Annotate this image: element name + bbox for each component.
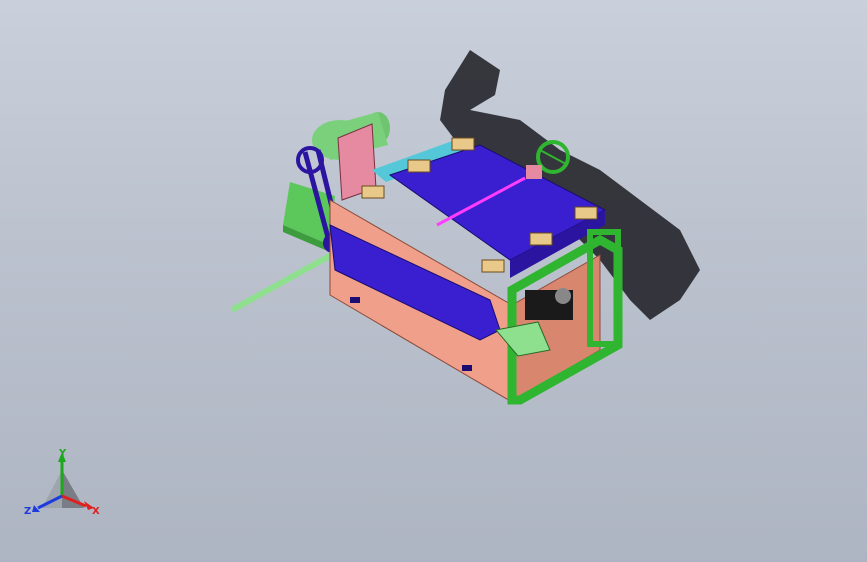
drive-shaft — [230, 250, 337, 313]
handwheel-hub — [526, 165, 542, 179]
axis-triad: Y X Z — [24, 448, 100, 517]
inner-gear — [555, 288, 571, 304]
3d-viewport[interactable]: Y X Z — [0, 0, 867, 562]
y-axis-label: Y — [58, 448, 67, 459]
z-axis-label: Z — [24, 506, 31, 517]
mount-1 — [350, 297, 360, 303]
mount-2 — [462, 365, 472, 371]
cad-model-scene[interactable] — [0, 0, 867, 562]
x-axis-label: X — [92, 506, 100, 517]
